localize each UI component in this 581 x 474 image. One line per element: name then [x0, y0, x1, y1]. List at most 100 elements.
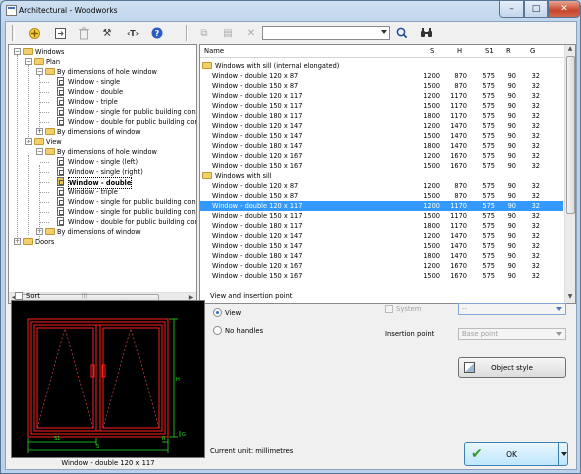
import-icon[interactable]: [52, 25, 68, 41]
tools-icon[interactable]: ⚒: [99, 25, 115, 41]
tree-folder[interactable]: + By dimensions of window: [9, 127, 196, 137]
table-row[interactable]: Window - double 120 x 117 1200 1170 575 90 32: [200, 201, 563, 211]
tree-item[interactable]: Window - single (left): [9, 157, 196, 167]
collapse-icon[interactable]: −: [36, 148, 43, 155]
cell-r: 90: [507, 142, 516, 150]
tree-item[interactable]: Window - single for public building cons…: [9, 107, 196, 117]
column-header-s1[interactable]: S1: [485, 47, 494, 55]
tree-item-label: Window - double for public building cons…: [68, 218, 197, 226]
cell-s: 1200: [423, 232, 440, 240]
copy-icon[interactable]: ⧉: [196, 25, 212, 41]
insertion-point-dropdown[interactable]: Base point: [458, 328, 566, 340]
column-header-h[interactable]: H: [457, 47, 462, 55]
table-row[interactable]: Window - double 180 x 117 1800 1170 575 90 32: [200, 221, 563, 231]
table-row[interactable]: Window - double 120 x 147 1200 1470 575 90 32: [200, 231, 563, 241]
sort-label: Sort: [26, 292, 40, 300]
sort-checkbox[interactable]: [15, 292, 23, 300]
cell-h: 1170: [450, 112, 467, 120]
tree-folder[interactable]: + Doors: [9, 237, 196, 247]
tree-item[interactable]: Window - single for public building cons…: [9, 197, 196, 207]
tree-item[interactable]: Window - single: [9, 77, 196, 87]
dim-s-label: S: [96, 444, 99, 450]
tree-item[interactable]: Window - double: [9, 87, 196, 97]
ok-split-button[interactable]: ✔ OK: [464, 442, 568, 466]
tree-item[interactable]: Window - double for public building cons…: [9, 117, 196, 127]
tree-folder[interactable]: − View: [9, 137, 196, 147]
table-row[interactable]: Window - double 150 x 117 1500 1170 575 90 32: [200, 211, 563, 221]
tree-item-label: Window - single (left): [68, 158, 139, 166]
minimize-button[interactable]: –: [499, 1, 524, 18]
table-row[interactable]: Window - double 150 x 117 1500 1170 575 90 32: [200, 101, 563, 111]
tree-folder[interactable]: + By dimensions of window: [9, 227, 196, 237]
system-checkbox[interactable]: [385, 305, 393, 313]
tree-connector: [17, 55, 18, 245]
cell-name: Window - double 120 x 167: [212, 262, 303, 270]
table-row[interactable]: Window - double 150 x 87 1500 870 575 90 32: [200, 81, 563, 91]
close-button[interactable]: ✕: [548, 1, 580, 18]
table-row[interactable]: Window - double 120 x 167 1200 1670 575 90 32: [200, 261, 563, 271]
list-vertical-scrollbar[interactable]: ▲ ▼: [564, 45, 575, 303]
table-row[interactable]: Window - double 120 x 87 1200 870 575 90 32: [200, 71, 563, 81]
help-icon[interactable]: ?: [149, 25, 165, 41]
tree-item[interactable]: Window - double: [9, 177, 196, 189]
collapse-icon[interactable]: −: [36, 68, 43, 75]
maximize-button[interactable]: □: [524, 1, 548, 18]
category-tree[interactable]: ◀ ▶ −Windows−Plan−By dimensions of hole …: [8, 44, 197, 304]
cell-name: Window - double 180 x 147: [212, 252, 303, 260]
collapse-icon[interactable]: −: [25, 58, 32, 65]
table-row[interactable]: Window - double 180 x 147 1800 1470 575 90 32: [200, 251, 563, 261]
system-dropdown[interactable]: --: [458, 303, 566, 315]
collapse-icon[interactable]: −: [14, 48, 21, 55]
column-header-s[interactable]: S: [430, 47, 434, 55]
tree-item[interactable]: Window - single for public building cons…: [9, 207, 196, 217]
table-row[interactable]: Window - double 150 x 167 1500 1670 575 90 32: [200, 161, 563, 171]
search-combo[interactable]: [262, 26, 390, 40]
column-header-name[interactable]: Name: [204, 47, 224, 55]
expand-icon[interactable]: +: [36, 128, 43, 135]
tree-folder[interactable]: − By dimensions of hole window: [9, 67, 196, 77]
element-list[interactable]: Name S H S1 R G ▲ ▼ Windows with sill (intern…: [199, 44, 576, 304]
ok-button[interactable]: OK: [465, 443, 558, 465]
table-row[interactable]: Window - double 120 x 167 1200 1670 575 90 32: [200, 151, 563, 161]
object-style-button[interactable]: Object style: [458, 357, 566, 378]
text-icon[interactable]: ‹T›: [123, 25, 143, 41]
new-folder-icon[interactable]: [26, 25, 42, 41]
table-row[interactable]: Window - double 120 x 117 1200 1170 575 90 32: [200, 91, 563, 101]
cell-s: 1500: [423, 82, 440, 90]
cell-h: 1470: [450, 142, 467, 150]
cell-h: 1470: [450, 252, 467, 260]
search-icon[interactable]: [394, 25, 410, 41]
view-radio[interactable]: [213, 308, 222, 317]
cell-name: Window - double 150 x 117: [212, 102, 303, 110]
delete-icon[interactable]: [76, 25, 92, 41]
no-handles-radio[interactable]: [213, 326, 222, 335]
chevron-down-icon: [556, 307, 562, 311]
cell-r: 90: [507, 212, 516, 220]
tree-item[interactable]: Window - double for public building cons…: [9, 217, 197, 227]
tree-item[interactable]: Window - single (right): [9, 167, 196, 177]
table-row[interactable]: Window - double 120 x 87 1200 870 575 90 32: [200, 181, 563, 191]
tree-folder[interactable]: − Plan: [9, 57, 196, 67]
table-row[interactable]: Window - double 150 x 87 1500 870 575 90 32: [200, 191, 563, 201]
column-header-r[interactable]: R: [506, 47, 511, 55]
table-row[interactable]: Window - double 150 x 147 1500 1470 575 90 32: [200, 241, 563, 251]
table-row[interactable]: Window - double 180 x 147 1800 1470 575 90 32: [200, 141, 563, 151]
properties-icon[interactable]: ▤: [220, 25, 236, 41]
scroll-up-icon[interactable]: ▲: [565, 45, 575, 55]
cell-s1: 575: [482, 252, 495, 260]
table-row[interactable]: Window - double 120 x 147 1200 1470 575 90 32: [200, 121, 563, 131]
tree-folder[interactable]: − By dimensions of hole window: [9, 147, 196, 157]
binoculars-icon[interactable]: [418, 25, 434, 41]
tree-folder[interactable]: − Windows: [9, 47, 196, 57]
table-row[interactable]: Window - double 150 x 147 1500 1470 575 90 32: [200, 131, 563, 141]
scroll-down-icon[interactable]: ▼: [565, 293, 575, 303]
scrollbar-thumb[interactable]: [566, 56, 575, 214]
table-row[interactable]: Window - double 150 x 167 1500 1670 575 90 32: [200, 271, 563, 281]
tree-item[interactable]: Window - triple: [9, 97, 196, 107]
table-row[interactable]: Window - double 180 x 117 1800 1170 575 90 32: [200, 111, 563, 121]
column-header-g[interactable]: G: [530, 47, 535, 55]
tree-item[interactable]: Window - triple: [9, 187, 196, 197]
ok-dropdown-arrow[interactable]: [558, 443, 568, 465]
cancel-icon[interactable]: ✕: [243, 25, 259, 41]
window-symbol-icon: [57, 167, 64, 176]
